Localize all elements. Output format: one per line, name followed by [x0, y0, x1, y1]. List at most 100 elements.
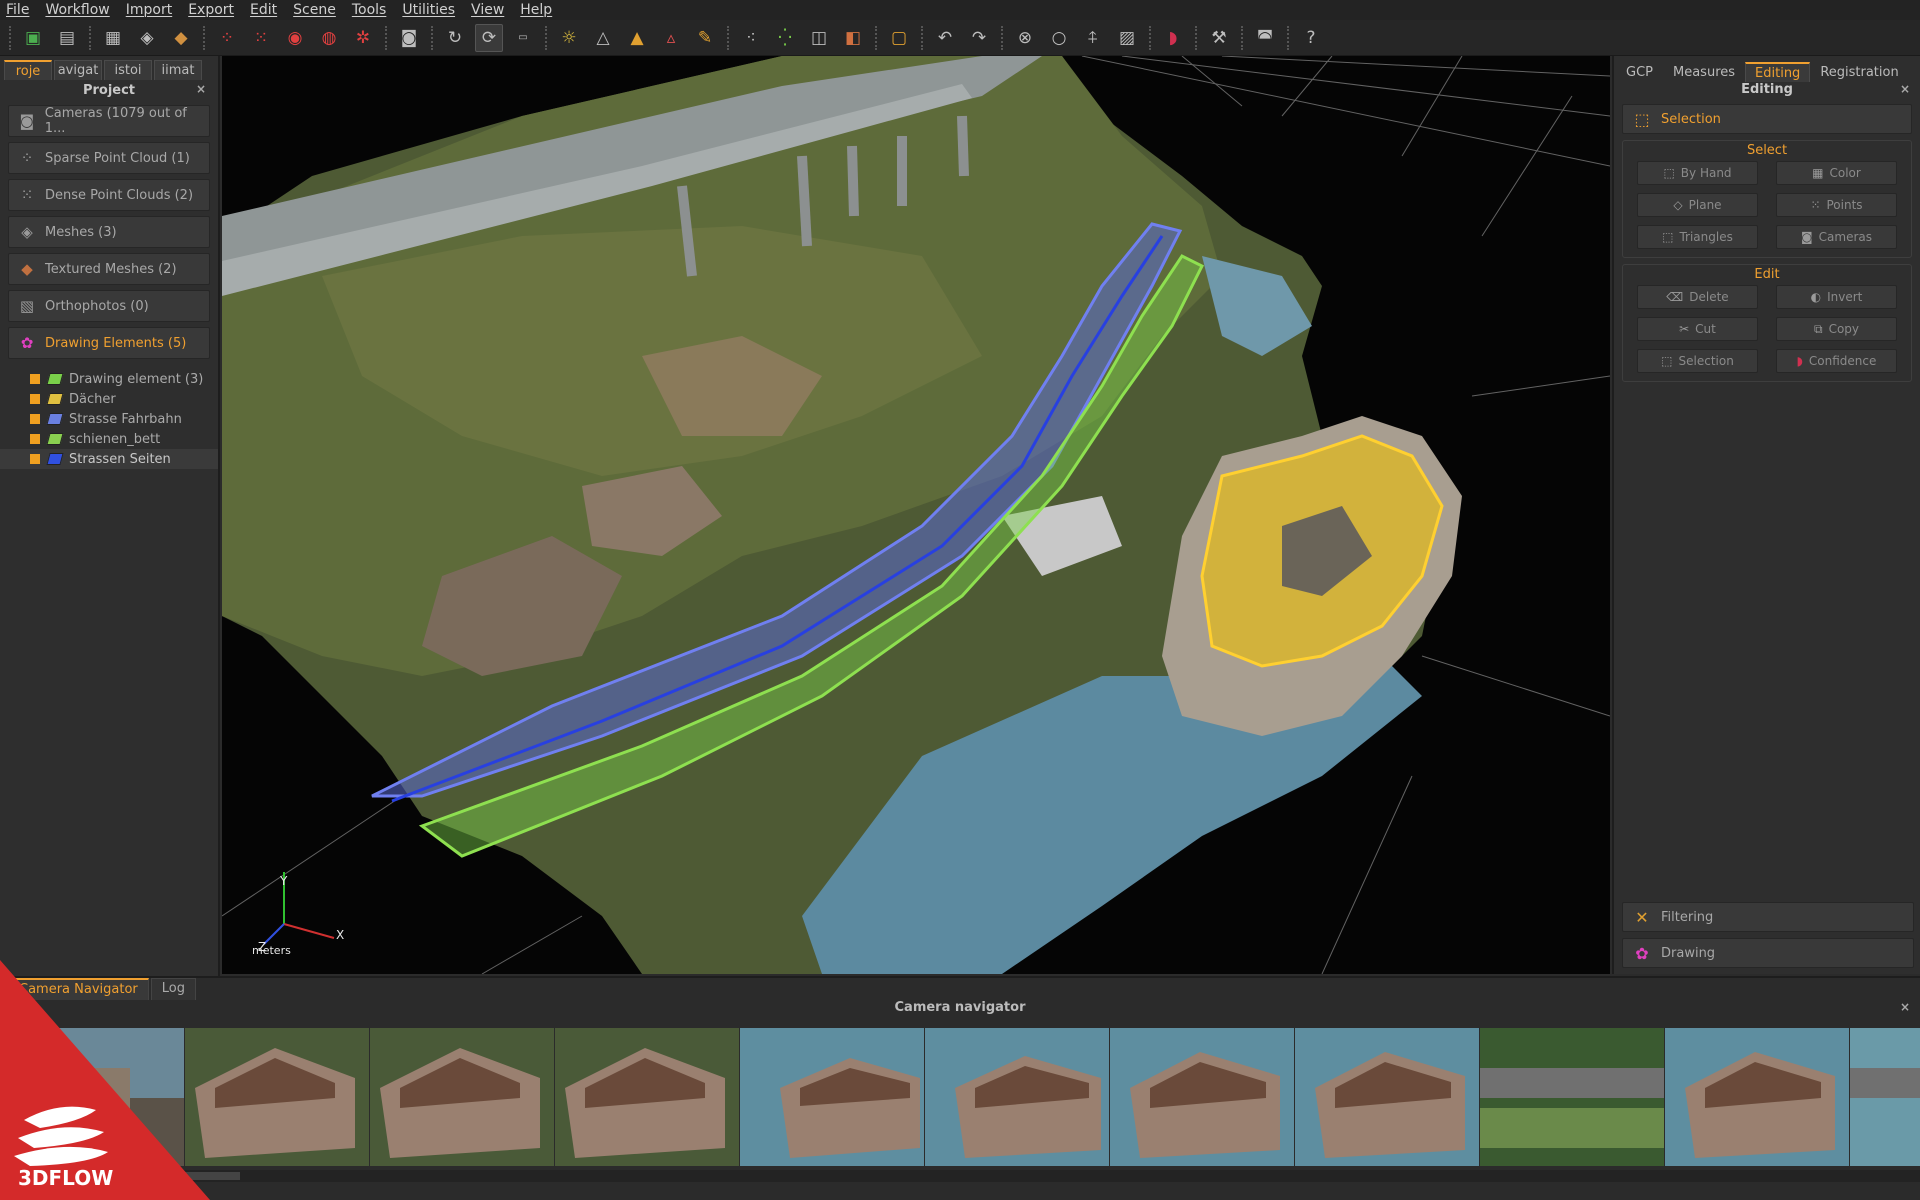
camera-thumbnail[interactable] — [740, 1028, 924, 1166]
textured-meshes-button[interactable]: ◆ Textured Meshes (2) — [8, 253, 210, 285]
cut-button[interactable]: ✂ Cut — [1637, 317, 1758, 341]
tree-item-drawing-element[interactable]: Drawing element (3) — [0, 369, 218, 389]
texture-gen-icon[interactable]: ◍ — [315, 24, 343, 52]
copy-button[interactable]: ⧉ Copy — [1776, 317, 1897, 341]
select-plane-button[interactable]: ◇ Plane — [1637, 193, 1758, 217]
tool-icon[interactable]: ⚒ — [1205, 24, 1233, 52]
close-icon[interactable]: × — [196, 82, 206, 96]
orthophoto-icon[interactable]: ▦ — [99, 24, 127, 52]
meshes-button[interactable]: ◈ Meshes (3) — [8, 216, 210, 248]
camera-thumbnail[interactable] — [185, 1028, 369, 1166]
tab-camera-navigator[interactable]: Camera Navigator — [8, 978, 149, 1000]
magnet-icon[interactable]: ◗ — [1159, 24, 1187, 52]
tab-measures[interactable]: Measures — [1663, 62, 1745, 82]
cameras-button[interactable]: ◙ Cameras (1079 out of 1... — [8, 105, 210, 137]
save-icon[interactable]: ▤ — [53, 24, 81, 52]
triangle-icon[interactable]: ▵ — [657, 24, 685, 52]
visibility-checkbox[interactable] — [30, 374, 40, 384]
dense-point-clouds-button[interactable]: ⁙ Dense Point Clouds (2) — [8, 179, 210, 211]
tab-navigator[interactable]: avigat — [54, 60, 102, 80]
undo-icon[interactable]: ↶ — [931, 24, 959, 52]
tab-registration[interactable]: Registration — [1810, 62, 1908, 82]
select-color-button[interactable]: ▦ Color — [1776, 161, 1897, 185]
textured-mesh-icon[interactable]: ◆ — [167, 24, 195, 52]
up-axis-icon[interactable]: ⍏ — [1079, 24, 1107, 52]
select-triangles-button[interactable]: ⬚ Triangles — [1637, 225, 1758, 249]
camera-strip-scrollbar[interactable] — [0, 1170, 1920, 1182]
menu-import[interactable]: Import — [126, 2, 172, 18]
select-by-hand-button[interactable]: ⬚ By Hand — [1637, 161, 1758, 185]
menu-file[interactable]: File — [6, 2, 29, 18]
sparse-icon[interactable]: ⁘ — [213, 24, 241, 52]
camera-thumbnail[interactable] — [0, 1028, 184, 1166]
new-project-icon[interactable]: ▣ — [19, 24, 47, 52]
invert-button[interactable]: ◐ Invert — [1776, 285, 1897, 309]
menu-export[interactable]: Export — [188, 2, 234, 18]
tree-item-schienen-bett[interactable]: schienen_bett — [0, 429, 218, 449]
rotate-icon[interactable]: ⟳ — [475, 23, 503, 52]
tab-animation[interactable]: iimat — [154, 60, 202, 80]
drawing-elements-button[interactable]: ✿ Drawing Elements (5) — [8, 327, 210, 359]
close-icon[interactable]: × — [1900, 82, 1910, 96]
visibility-checkbox[interactable] — [30, 434, 40, 444]
tab-gcp[interactable]: GCP — [1616, 62, 1663, 82]
select-dense-icon[interactable]: ⁛ — [771, 24, 799, 52]
tab-project[interactable]: roje — [4, 60, 52, 80]
point-icon[interactable]: ▲ — [623, 24, 651, 52]
visibility-checkbox[interactable] — [30, 414, 40, 424]
camera-thumbnail[interactable] — [1295, 1028, 1479, 1166]
tab-log[interactable]: Log — [150, 978, 196, 1000]
box-icon[interactable]: ◫ — [805, 24, 833, 52]
visibility-checkbox[interactable] — [30, 394, 40, 404]
camera-thumbnail[interactable] — [925, 1028, 1109, 1166]
select-points-icon[interactable]: ⁖ — [737, 24, 765, 52]
tab-editing[interactable]: Editing — [1745, 62, 1811, 82]
menu-tools[interactable]: Tools — [352, 2, 387, 18]
structure-icon[interactable]: ✲ — [349, 24, 377, 52]
menu-view[interactable]: View — [471, 2, 504, 18]
menu-help[interactable]: Help — [520, 2, 552, 18]
orthophotos-button[interactable]: ▧ Orthophotos (0) — [8, 290, 210, 322]
close-icon[interactable]: × — [1900, 1000, 1910, 1014]
visibility-checkbox[interactable] — [30, 454, 40, 464]
camera-thumbnail[interactable] — [1665, 1028, 1849, 1166]
grid-icon[interactable]: ▨ — [1113, 24, 1141, 52]
selection-edit-button[interactable]: ⬚ Selection — [1637, 349, 1758, 373]
menu-edit[interactable]: Edit — [250, 2, 277, 18]
measure-icon[interactable]: △ — [589, 24, 617, 52]
dense-icon[interactable]: ⁙ — [247, 24, 275, 52]
circle-icon[interactable]: ○ — [1045, 24, 1073, 52]
filtering-section-button[interactable]: ✕ Filtering — [1622, 902, 1914, 932]
menu-scene[interactable]: Scene — [293, 2, 336, 18]
help-icon[interactable]: ? — [1297, 24, 1325, 52]
delete-button[interactable]: ⌫ Delete — [1637, 285, 1758, 309]
menu-workflow[interactable]: Workflow — [45, 2, 109, 18]
select-points-button[interactable]: ⁙ Points — [1776, 193, 1897, 217]
camera-thumbnail[interactable] — [1110, 1028, 1294, 1166]
tree-item-dacher[interactable]: Dächer — [0, 389, 218, 409]
cube-icon[interactable]: ◧ — [839, 24, 867, 52]
tree-item-strassen-seiten[interactable]: Strassen Seiten — [0, 449, 218, 469]
brush-icon[interactable]: ✎ — [691, 24, 719, 52]
orbit-icon[interactable]: ↻ — [441, 24, 469, 52]
selection-section-button[interactable]: ⬚ Selection — [1622, 104, 1912, 134]
mesh-icon[interactable]: ◈ — [133, 24, 161, 52]
confidence-button[interactable]: ◗ Confidence — [1776, 349, 1897, 373]
wasd-icon[interactable]: ▭ — [509, 24, 537, 52]
gizmo-icon[interactable]: ⊗ — [1011, 24, 1039, 52]
camera-thumbnail[interactable] — [370, 1028, 554, 1166]
select-cameras-button[interactable]: ◙ Cameras — [1776, 225, 1897, 249]
menu-utilities[interactable]: Utilities — [402, 2, 455, 18]
camera-icon[interactable]: ◙ — [395, 24, 423, 52]
tab-history[interactable]: istoi — [104, 60, 152, 80]
bounding-box-icon[interactable]: ▢ — [885, 24, 913, 52]
redo-icon[interactable]: ↷ — [965, 24, 993, 52]
mask-icon[interactable]: ◚ — [1251, 24, 1279, 52]
sparse-point-cloud-button[interactable]: ⁘ Sparse Point Cloud (1) — [8, 142, 210, 174]
camera-thumbnail[interactable] — [555, 1028, 739, 1166]
camera-thumbnail[interactable] — [1850, 1028, 1920, 1166]
3d-viewport[interactable]: Y X Z meters — [222, 56, 1610, 974]
mesh-gen-icon[interactable]: ◉ — [281, 24, 309, 52]
camera-thumbnail[interactable] — [1480, 1028, 1664, 1166]
tree-item-strasse-fahrbahn[interactable]: Strasse Fahrbahn — [0, 409, 218, 429]
